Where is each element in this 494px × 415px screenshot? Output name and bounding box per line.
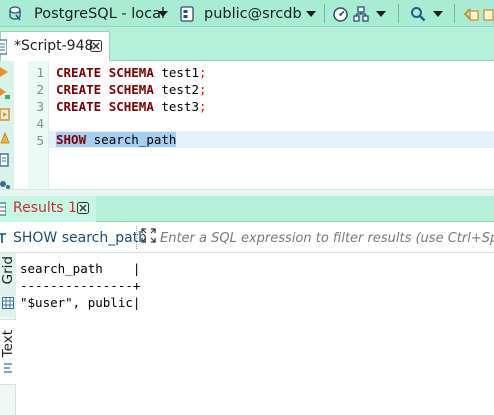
result-view-tabs: Grid Text — [0, 253, 16, 415]
filter-separator — [136, 226, 137, 249]
transaction-dropdown-arrow[interactable] — [376, 0, 386, 27]
chevron-down-icon — [306, 10, 316, 17]
close-icon[interactable] — [90, 40, 102, 56]
gauge-icon[interactable] — [332, 0, 349, 27]
results-tab-bar: Results 1 — [0, 196, 494, 222]
text-view-icon — [3, 362, 13, 378]
connection-dropdown-arrow[interactable] — [158, 0, 168, 27]
keyword: CREATE — [56, 82, 102, 97]
editor-results-splitter[interactable] — [0, 189, 494, 196]
editor-side-toolbar — [0, 61, 14, 189]
chevron-down-icon — [158, 10, 168, 17]
query-text: SHOW search_path — [13, 230, 148, 246]
expand-icon[interactable] — [141, 228, 156, 247]
forward-navigation-icon[interactable] — [483, 0, 494, 27]
toolbar-separator — [398, 4, 399, 23]
tab-label: *Script-948 — [14, 38, 94, 54]
result-divider: ---------------+ — [20, 278, 141, 293]
connection-name: PostgreSQL - local — [34, 5, 166, 22]
grid-icon — [2, 297, 14, 313]
keyword: SHOW — [56, 132, 87, 147]
sql-script-icon — [0, 39, 8, 59]
semicolon: ; — [199, 82, 207, 97]
close-icon[interactable] — [77, 202, 89, 218]
keyword: SCHEMA — [108, 65, 154, 80]
identifier: test1 — [161, 65, 200, 80]
execute-statement-icon[interactable] — [0, 65, 10, 79]
database-connection-icon — [8, 0, 22, 27]
code-line[interactable]: CREATE SCHEMA test2; — [56, 81, 207, 98]
export-results-icon[interactable] — [0, 175, 10, 189]
keyword: SCHEMA — [108, 99, 154, 114]
keyword: CREATE — [56, 65, 102, 80]
schema-icon — [180, 0, 194, 27]
line-number: 2 — [36, 82, 44, 97]
code-line[interactable]: CREATE SCHEMA test3; — [56, 98, 207, 115]
toolbar-separator — [324, 4, 325, 23]
transaction-mode-icon[interactable] — [353, 0, 369, 27]
execute-new-tab-icon[interactable] — [0, 108, 10, 122]
sql-editor[interactable]: 1 2 3 4 5 CREATE SCHEMA test1; CREATE SC… — [0, 61, 494, 189]
code-line-selected[interactable]: SHOW search_path — [56, 131, 177, 148]
keyword: SCHEMA — [108, 82, 154, 97]
chevron-down-icon — [433, 10, 443, 17]
filter-input[interactable] — [160, 227, 494, 249]
line-number: 3 — [36, 99, 44, 114]
explain-plan-icon[interactable] — [0, 131, 10, 145]
execute-script-icon[interactable] — [0, 86, 10, 100]
tab-script-948[interactable]: *Script-948 — [0, 31, 110, 61]
back-navigation-icon[interactable] — [464, 0, 480, 27]
query-icon — [0, 232, 8, 248]
text-result-panel[interactable]: search_path | ---------------+ "$user", … — [16, 253, 494, 415]
tab-label: Results 1 — [13, 200, 77, 216]
schema-selector[interactable]: public@srcdb — [204, 0, 302, 27]
results-filter-bar: SHOW search_path — [0, 222, 494, 253]
tab-grid-view[interactable]: Grid — [0, 253, 16, 317]
tab-text-view[interactable]: Text — [0, 319, 16, 385]
tab-label: Text — [0, 330, 16, 358]
line-number: 1 — [36, 65, 44, 80]
semicolon: ; — [199, 99, 207, 114]
chevron-down-icon — [376, 10, 386, 17]
keyword: CREATE — [56, 99, 102, 114]
main-toolbar: PostgreSQL - local public@srcdb — [0, 0, 494, 27]
results-grid-icon — [0, 202, 7, 220]
identifier: test2 — [161, 82, 200, 97]
identifier: test3 — [161, 99, 200, 114]
result-header: search_path | — [20, 261, 141, 276]
schema-name: public@srcdb — [204, 5, 302, 22]
search-dropdown-arrow[interactable] — [433, 0, 443, 27]
text-result-output[interactable]: search_path | ---------------+ "$user", … — [20, 260, 140, 311]
semicolon: ; — [199, 65, 207, 80]
line-number-gutter: 1 2 3 4 5 — [28, 61, 49, 189]
connection-selector[interactable]: PostgreSQL - local — [34, 0, 165, 27]
code-line[interactable]: CREATE SCHEMA test1; — [56, 64, 207, 81]
editor-tab-bar: *Script-948 — [0, 27, 494, 61]
result-row: "$user", public| — [20, 295, 141, 310]
search-icon[interactable] — [410, 0, 426, 27]
tab-label: Grid — [0, 256, 16, 285]
load-execution-plan-icon[interactable] — [0, 153, 10, 167]
line-number: 5 — [36, 133, 44, 148]
code-area[interactable]: CREATE SCHEMA test1; CREATE SCHEMA test2… — [56, 61, 494, 189]
line-number: 4 — [36, 116, 44, 131]
tab-results-1[interactable]: Results 1 — [0, 196, 96, 222]
toolbar-separator — [454, 4, 455, 23]
identifier: search_path — [93, 132, 177, 147]
schema-dropdown-arrow[interactable] — [306, 0, 316, 27]
